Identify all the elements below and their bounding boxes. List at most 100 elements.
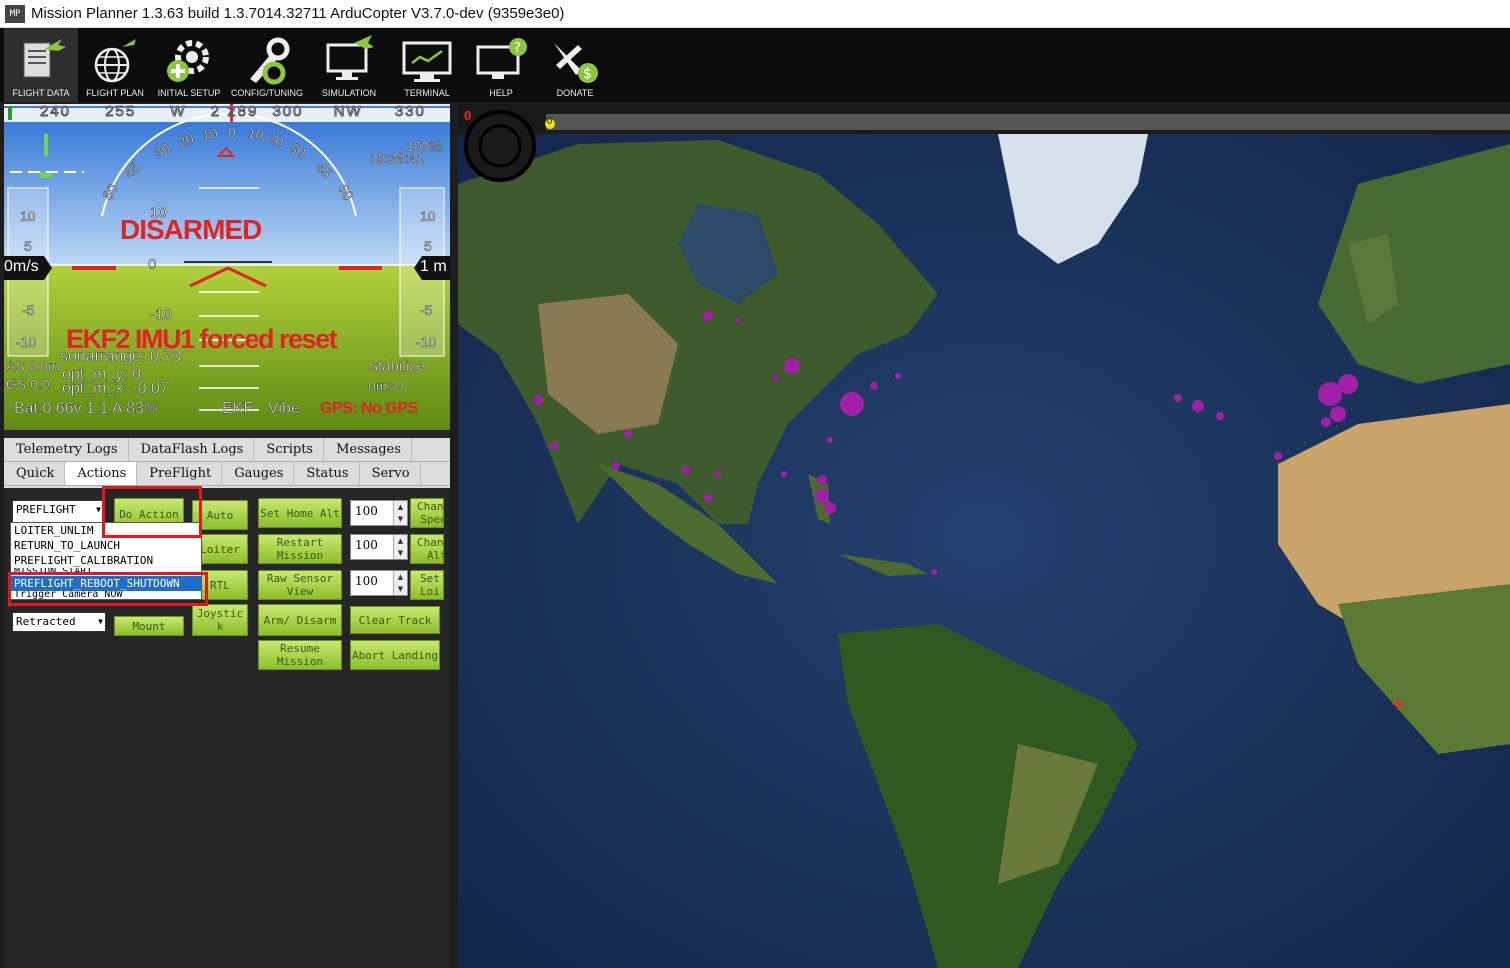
tab-actions[interactable]: Actions xyxy=(65,462,138,485)
tab-row-2: Quick Actions PreFlight Gauges Status Se… xyxy=(4,462,450,486)
flight-plan-button[interactable]: FLIGHT PLAN xyxy=(78,28,152,102)
raw-sensor-view-button[interactable]: Raw Sensor View xyxy=(258,570,342,600)
speed-scale-neg5: -5 xyxy=(22,302,35,319)
heading-tick: W xyxy=(170,104,187,121)
initial-setup-button[interactable]: INITIAL SETUP xyxy=(152,28,226,102)
groundspeed-text: GS 0.0 xyxy=(6,376,50,393)
tab-row-1: Telemetry Logs DataFlash Logs Scripts Me… xyxy=(4,438,450,462)
speed-scale-10: 10 xyxy=(20,208,36,225)
terminal-button[interactable]: TERMINAL xyxy=(390,28,464,102)
app-icon: MP xyxy=(5,4,25,23)
spinner-icon[interactable]: ▲ ▼ xyxy=(393,571,407,595)
title-bar: MP Mission Planner 1.3.63 build 1.3.7014… xyxy=(0,0,1510,28)
dropdown-item[interactable]: MISSION_START xyxy=(11,568,201,576)
speed-scale-5: 5 xyxy=(24,238,32,255)
change-speed-button[interactable]: Change Speed xyxy=(410,498,444,528)
chevron-down-icon[interactable]: ▼ xyxy=(98,617,103,626)
heading-tape: 240 255 W 2 289 300 NW 330 345 xyxy=(39,104,450,121)
left-panel: 240 255 W 2 289 300 NW 330 345 60 45 30 … xyxy=(4,104,450,968)
spinner-icon[interactable]: ▲ ▼ xyxy=(393,501,407,525)
speed-value: 100 xyxy=(355,504,378,518)
loiter-value-input[interactable]: 100 ▲ ▼ xyxy=(350,570,408,596)
abort-landing-button[interactable]: Abort Landing xyxy=(350,640,440,670)
tab-status[interactable]: Status xyxy=(294,462,360,485)
tab-preflight[interactable]: PreFlight xyxy=(137,462,223,485)
alt-value: 100 xyxy=(355,538,378,552)
roll-label-10l: 10 xyxy=(200,124,219,144)
opt-x: opt_m_x: -0.07 xyxy=(62,380,169,398)
vibe-indicator[interactable]: Vibe xyxy=(268,400,300,418)
mount-select[interactable]: Retracted ▼ xyxy=(12,612,106,632)
donate-button[interactable]: $ DONATE xyxy=(538,28,612,102)
flight-mode: Stabilize xyxy=(368,358,425,376)
resume-mission-button[interactable]: Resume Mission xyxy=(258,640,342,670)
svg-text:?: ? xyxy=(514,41,521,56)
tab-quick[interactable]: Quick xyxy=(4,462,66,485)
roll-label-0: 0 xyxy=(228,124,236,141)
terminal-icon xyxy=(402,41,452,82)
action-select[interactable]: PREFLIGHT ▼ xyxy=(12,500,104,524)
help-label: HELP xyxy=(489,88,513,98)
chevron-down-icon[interactable]: ▼ xyxy=(96,505,101,514)
simulation-button[interactable]: SIMULATION xyxy=(308,28,390,102)
dropdown-item[interactable]: PREFLIGHT_CALIBRATION xyxy=(11,553,201,568)
heading-tick: 255 xyxy=(105,104,137,121)
flight-data-button[interactable]: FLIGHT DATA xyxy=(4,28,78,102)
tab-servo[interactable]: Servo xyxy=(360,462,421,485)
alt-scale-10: 10 xyxy=(420,208,436,225)
simulation-label: SIMULATION xyxy=(321,88,377,98)
dropdown-item[interactable]: LOITER_UNLIM xyxy=(11,523,201,538)
flight-data-label: FLIGHT DATA xyxy=(12,88,70,98)
pitch-label-up: 10 xyxy=(150,204,167,222)
mount-button[interactable]: Mount xyxy=(114,616,184,636)
tab-scripts[interactable]: Scripts xyxy=(254,438,325,461)
distance-home: 0m>0 xyxy=(368,378,404,395)
tab-gauges[interactable]: Gauges xyxy=(222,462,295,485)
airspeed-text: AS 0.0m xyxy=(6,358,60,375)
tab-dataflash-logs[interactable]: DataFlash Logs xyxy=(129,438,255,461)
set-home-alt-button[interactable]: Set Home Alt xyxy=(258,498,342,528)
ekf-indicator[interactable]: EKF xyxy=(222,400,254,418)
initial-setup-icon xyxy=(167,40,209,82)
clear-track-button[interactable]: Clear Track xyxy=(350,606,440,634)
map-view[interactable]: 0 0 xyxy=(458,104,1510,968)
heading-tick: 2 xyxy=(210,104,222,121)
restart-mission-button[interactable]: Restart Mission xyxy=(258,534,342,564)
change-alt-button[interactable]: Change Alt xyxy=(410,534,444,564)
help-button[interactable]: ? HELP xyxy=(464,28,538,102)
dropdown-item-selected[interactable]: PREFLIGHT_REBOOT_SHUTDOWN xyxy=(11,576,201,591)
action-select-value: PREFLIGHT xyxy=(16,503,76,516)
mission-planner-window: MP Mission Planner 1.3.63 build 1.3.7014… xyxy=(0,0,1510,968)
clock-time: 15:38:41 xyxy=(370,150,425,167)
dropdown-item[interactable]: RETURN_TO_LAUNCH xyxy=(11,538,201,553)
heading-tick: 330 xyxy=(394,104,426,121)
initial-setup-label: INITIAL SETUP xyxy=(157,88,221,98)
flight-data-icon xyxy=(23,39,66,78)
zoom-level-label: 0 xyxy=(464,108,472,123)
set-loiter-button[interactable]: Set Loi xyxy=(410,570,444,600)
mount-select-value: Retracted xyxy=(16,615,76,628)
sonar-range: sonarrange: 0.73 xyxy=(60,348,181,366)
zoom-slider-label: 0 xyxy=(547,116,553,126)
alt-scale-neg10: -10 xyxy=(416,334,437,351)
gps-status: GPS: No GPS xyxy=(320,400,418,417)
action-dropdown-list[interactable]: LOITER_UNLIM RETURN_TO_LAUNCH PREFLIGHT_… xyxy=(10,522,202,600)
joystick-button[interactable]: Joystic k xyxy=(192,604,248,636)
spinner-icon[interactable]: ▲ ▼ xyxy=(393,535,407,559)
data-tabs: Telemetry Logs DataFlash Logs Scripts Me… xyxy=(4,438,450,488)
tab-messages[interactable]: Messages xyxy=(324,438,412,461)
alt-value-input[interactable]: 100 ▲ ▼ xyxy=(350,534,408,560)
donate-label: DONATE xyxy=(556,88,594,98)
flight-plan-icon xyxy=(94,39,136,83)
pitch-label-down: -10 xyxy=(150,306,172,324)
speed-readout: 0m/s xyxy=(4,258,39,275)
dropdown-item[interactable]: Trigger_Camera_NOW xyxy=(11,591,201,599)
donate-icon: $ xyxy=(554,43,598,83)
config-tuning-button[interactable]: CONFIG/TUNING xyxy=(226,28,308,102)
main-toolbar: FLIGHT DATA FLIGHT PLAN INITIAL SETUP CO… xyxy=(0,28,1510,102)
speed-value-input[interactable]: 100 ▲ ▼ xyxy=(350,500,408,526)
heading-tick: NW xyxy=(333,104,363,121)
tab-telemetry-logs[interactable]: Telemetry Logs xyxy=(4,438,129,461)
satellite-map[interactable] xyxy=(458,104,1510,968)
arm-disarm-button[interactable]: Arm/ Disarm xyxy=(258,604,342,636)
